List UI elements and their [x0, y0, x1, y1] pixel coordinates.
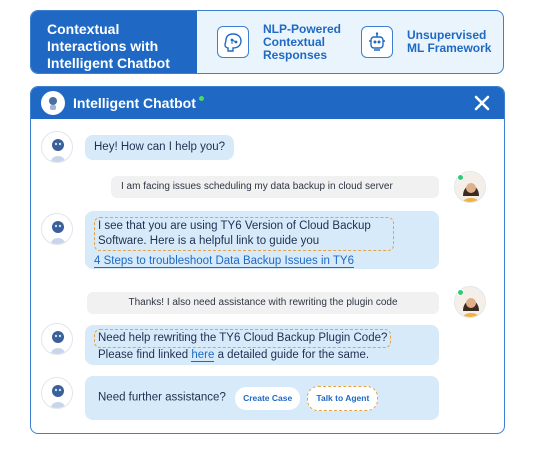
banner-title-line-1: Contextual: [47, 21, 120, 37]
guide-link[interactable]: here: [191, 349, 215, 362]
bot-message-3: Need help rewriting the TY6 Cloud Backup…: [85, 325, 439, 365]
close-icon[interactable]: [472, 93, 492, 113]
bot-message-4-text: Need further assistance?: [98, 391, 226, 404]
feature-nlp-label: NLP-Powered Contextual Responses: [263, 21, 342, 62]
bot-message-2: I see that you are using TY6 Version of …: [85, 211, 439, 269]
chat-header: Intelligent Chatbot: [31, 87, 504, 119]
robot-head-icon: [361, 26, 393, 58]
bot-avatar-icon: [41, 91, 65, 115]
bot-message-3-text-after: a detailed guide for the same.: [214, 349, 370, 361]
feature-ml-line-2: ML Framework: [407, 41, 492, 55]
bot-message-3-text-before: Please find linked: [98, 349, 192, 361]
chat-window: Intelligent Chatbot Hey! How can I help …: [30, 86, 505, 434]
create-case-button[interactable]: Create Case: [235, 387, 301, 410]
bot-avatar-icon: [41, 323, 73, 355]
bot-message-3-line-1: Need help rewriting the TY6 Cloud Backup…: [98, 332, 388, 344]
feature-nlp-line-3: Responses: [263, 47, 328, 62]
feature-ml: Unsupervised ML Framework: [361, 11, 491, 73]
user-online-dot: [457, 289, 464, 296]
user-message-1: I am facing issues scheduling my data ba…: [111, 176, 439, 198]
user-message-2: Thanks! I also need assistance with rewr…: [87, 292, 439, 314]
bot-message-1: Hey! How can I help you?: [85, 135, 235, 160]
bot-avatar-icon: [41, 213, 73, 245]
feature-nlp-line-2: Contextual: [263, 34, 326, 49]
troubleshoot-link[interactable]: 4 Steps to troubleshoot Data Backup Issu…: [94, 255, 354, 268]
bot-avatar-icon: [41, 131, 73, 163]
highlighted-context: I see that you are using TY6 Version of …: [94, 217, 394, 251]
bot-message-1-text: Hey! How can I help you?: [94, 141, 226, 153]
user-online-dot: [457, 174, 464, 181]
feature-nlp: NLP-Powered Contextual Responses: [217, 11, 341, 73]
user-message-1-text: I am facing issues scheduling my data ba…: [121, 181, 393, 192]
bot-avatar-icon: [41, 377, 73, 409]
banner-title-line-2: Interactions with: [47, 38, 159, 54]
bot-message-4: Need further assistance? Create Case Tal…: [85, 376, 439, 420]
feature-nlp-line-1: NLP-Powered: [263, 21, 342, 36]
banner-title-line-3: Intelligent Chatbot: [47, 55, 170, 71]
online-status-dot: [198, 95, 204, 101]
banner-title: Contextual Interactions with Intelligent…: [31, 11, 197, 73]
user-message-2-text: Thanks! I also need assistance with rewr…: [128, 297, 398, 308]
talk-to-agent-button[interactable]: Talk to Agent: [307, 386, 379, 411]
brain-circuit-icon: [217, 26, 249, 58]
chat-title: Intelligent Chatbot: [73, 95, 196, 111]
feature-ml-label: Unsupervised ML Framework: [407, 29, 491, 55]
highlighted-question: Need help rewriting the TY6 Cloud Backup…: [94, 329, 392, 348]
bot-message-2-line-2: Software. Here is a helpful link to guid…: [98, 235, 320, 247]
feature-banner: Contextual Interactions with Intelligent…: [30, 10, 504, 74]
bot-message-2-line-1: I see that you are using TY6 Version of …: [98, 220, 371, 232]
